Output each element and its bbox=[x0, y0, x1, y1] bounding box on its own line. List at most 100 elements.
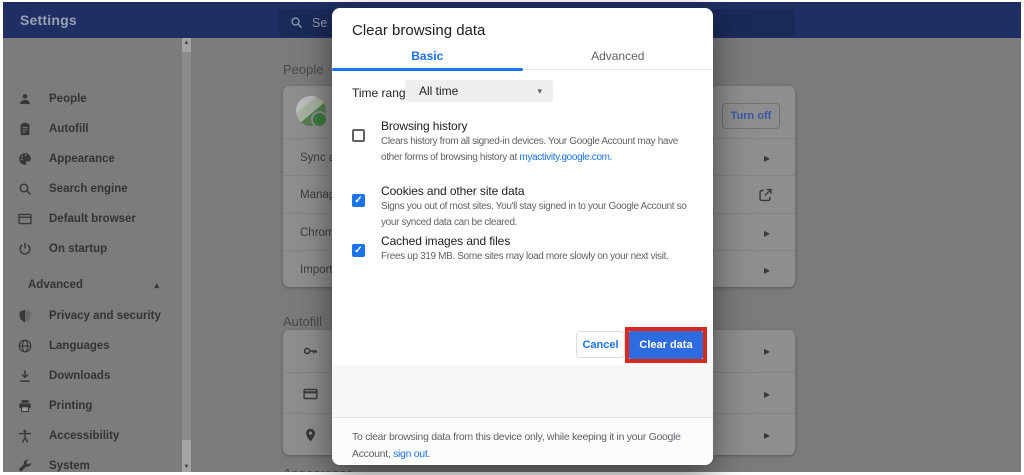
people-section-heading: People bbox=[283, 62, 324, 77]
sidebar-item-people[interactable]: People bbox=[3, 84, 179, 114]
caret-down-icon: ▾ bbox=[537, 85, 542, 96]
chevron-right-icon: ▸ bbox=[763, 150, 770, 165]
avatar bbox=[296, 96, 328, 128]
sidebar-item-accessibility[interactable]: Accessibility bbox=[3, 421, 179, 451]
sidebar-item-label: Accessibility bbox=[49, 430, 120, 442]
sidebar-item-label: Autofill bbox=[49, 123, 89, 135]
dialog-tabs: Basic Advanced bbox=[332, 42, 714, 71]
check-icon: ✓ bbox=[354, 244, 363, 256]
caret-up-icon: ▴ bbox=[154, 279, 159, 290]
browsing-history-item: Browsing history Clears history from all… bbox=[352, 118, 703, 166]
location-pin-icon bbox=[303, 428, 318, 443]
chevron-right-icon: ▸ bbox=[763, 262, 770, 277]
clear-browsing-data-dialog: Clear browsing data Basic Advanced Time … bbox=[332, 8, 713, 465]
sidebar-item-appearance[interactable]: Appearance bbox=[3, 144, 179, 174]
clear-data-button[interactable]: Clear data bbox=[629, 331, 703, 359]
highlight-box: Clear data bbox=[625, 327, 707, 363]
sidebar-item-label: System bbox=[49, 460, 90, 472]
sidebar-item-autofill[interactable]: Autofill bbox=[3, 114, 179, 144]
sidebar-item-default-browser[interactable]: Default browser bbox=[3, 204, 179, 234]
dialog-title: Clear browsing data bbox=[352, 22, 486, 39]
item-desc: Signs you out of most sites. You'll stay… bbox=[381, 201, 687, 212]
scroll-up-icon[interactable]: ▲ bbox=[182, 40, 191, 46]
active-tab-underline bbox=[332, 68, 523, 71]
sidebar-item-privacy-and-security[interactable]: Privacy and security bbox=[3, 301, 179, 331]
browser-icon bbox=[18, 212, 32, 226]
sidebar-item-label: People bbox=[49, 93, 87, 105]
search-placeholder-fragment: Se bbox=[312, 15, 328, 30]
key-icon bbox=[303, 344, 318, 359]
item-title: Cookies and other site data bbox=[381, 184, 525, 198]
checkbox-cookies[interactable]: ✓ bbox=[352, 194, 365, 207]
chevron-right-icon: ▸ bbox=[763, 428, 770, 442]
chevron-right-icon: ▸ bbox=[763, 225, 770, 240]
shield-icon bbox=[18, 309, 32, 323]
power-icon bbox=[18, 242, 32, 256]
row-label: Sync a bbox=[300, 151, 336, 164]
appearance-section-heading: Appearance bbox=[283, 466, 353, 472]
sync-badge-icon bbox=[311, 111, 328, 128]
advanced-label: Advanced bbox=[28, 279, 83, 291]
time-range-label: Time range bbox=[352, 86, 413, 100]
download-icon bbox=[18, 369, 32, 383]
sidebar-item-label: Privacy and security bbox=[49, 310, 161, 322]
scrollbar-thumb[interactable] bbox=[182, 52, 191, 440]
person-icon bbox=[18, 92, 32, 106]
wrench-icon bbox=[18, 459, 32, 472]
checkbox-browsing-history[interactable] bbox=[352, 129, 365, 142]
item-desc: other forms of browsing history at myact… bbox=[381, 152, 613, 163]
dialog-spacer bbox=[332, 365, 713, 417]
sidebar-item-languages[interactable]: Languages bbox=[3, 331, 179, 361]
item-desc: Clears history from all signed-in device… bbox=[381, 136, 678, 147]
external-link-icon bbox=[758, 188, 773, 203]
autofill-section-heading: Autofill bbox=[283, 314, 323, 329]
item-title: Browsing history bbox=[381, 119, 468, 133]
myactivity-link[interactable]: myactivity.google.com bbox=[519, 152, 610, 163]
sidebar-item-label: Printing bbox=[49, 400, 93, 412]
cookies-item: ✓ Cookies and other site data Signs you … bbox=[352, 183, 703, 231]
sidebar-item-label: Downloads bbox=[49, 370, 111, 382]
credit-card-icon bbox=[303, 386, 318, 401]
sidebar-item-label: Languages bbox=[49, 340, 110, 352]
time-range-select[interactable]: All time ▾ bbox=[405, 80, 553, 102]
sidebar-item-label: Default browser bbox=[49, 213, 136, 225]
sidebar-item-on-startup[interactable]: On startup bbox=[3, 234, 179, 264]
checkbox-cached-images[interactable]: ✓ bbox=[352, 244, 365, 257]
sidebar-scrollbar[interactable]: ▲ ▼ bbox=[182, 38, 191, 472]
chevron-right-icon: ▸ bbox=[763, 386, 770, 401]
page-title: Settings bbox=[20, 12, 77, 28]
cached-images-item: ✓ Cached images and files Frees up 319 M… bbox=[352, 233, 703, 265]
scroll-down-icon[interactable]: ▼ bbox=[182, 464, 191, 470]
turn-off-button[interactable]: Turn off bbox=[722, 103, 780, 129]
sign-out-link[interactable]: sign out bbox=[393, 448, 428, 460]
tab-basic[interactable]: Basic bbox=[332, 42, 523, 69]
clipboard-icon bbox=[18, 122, 32, 136]
check-icon: ✓ bbox=[354, 194, 363, 206]
palette-icon bbox=[18, 152, 32, 166]
sidebar-item-printing[interactable]: Printing bbox=[3, 391, 179, 421]
sidebar-item-label: Appearance bbox=[49, 153, 115, 165]
sidebar-advanced-toggle[interactable]: Advanced ▴ bbox=[3, 270, 179, 300]
sidebar-item-search-engine[interactable]: Search engine bbox=[3, 174, 179, 204]
sidebar-item-label: Search engine bbox=[49, 183, 128, 195]
accessibility-icon bbox=[18, 429, 32, 443]
sidebar-item-system[interactable]: System bbox=[3, 451, 179, 472]
row-label: Manag bbox=[300, 189, 336, 201]
search-icon bbox=[290, 16, 303, 29]
tab-advanced[interactable]: Advanced bbox=[523, 42, 714, 69]
time-range-value: All time bbox=[419, 84, 459, 98]
globe-icon bbox=[18, 339, 32, 353]
item-desc: your synced data can be cleared. bbox=[381, 217, 518, 228]
printer-icon bbox=[18, 399, 32, 413]
chevron-right-icon: ▸ bbox=[763, 344, 770, 358]
search-icon bbox=[18, 182, 32, 196]
sidebar: People Autofill Appearance Search engine… bbox=[3, 38, 191, 472]
footer-line: Account, sign out. bbox=[352, 448, 431, 460]
footer-line: To clear browsing data from this device … bbox=[352, 431, 681, 443]
sidebar-item-downloads[interactable]: Downloads bbox=[3, 361, 179, 391]
row-label: Import bbox=[300, 263, 333, 276]
sidebar-item-label: On startup bbox=[49, 243, 108, 255]
item-title: Cached images and files bbox=[381, 234, 511, 248]
cancel-button[interactable]: Cancel bbox=[576, 331, 625, 358]
dialog-footer: To clear browsing data from this device … bbox=[332, 417, 713, 465]
